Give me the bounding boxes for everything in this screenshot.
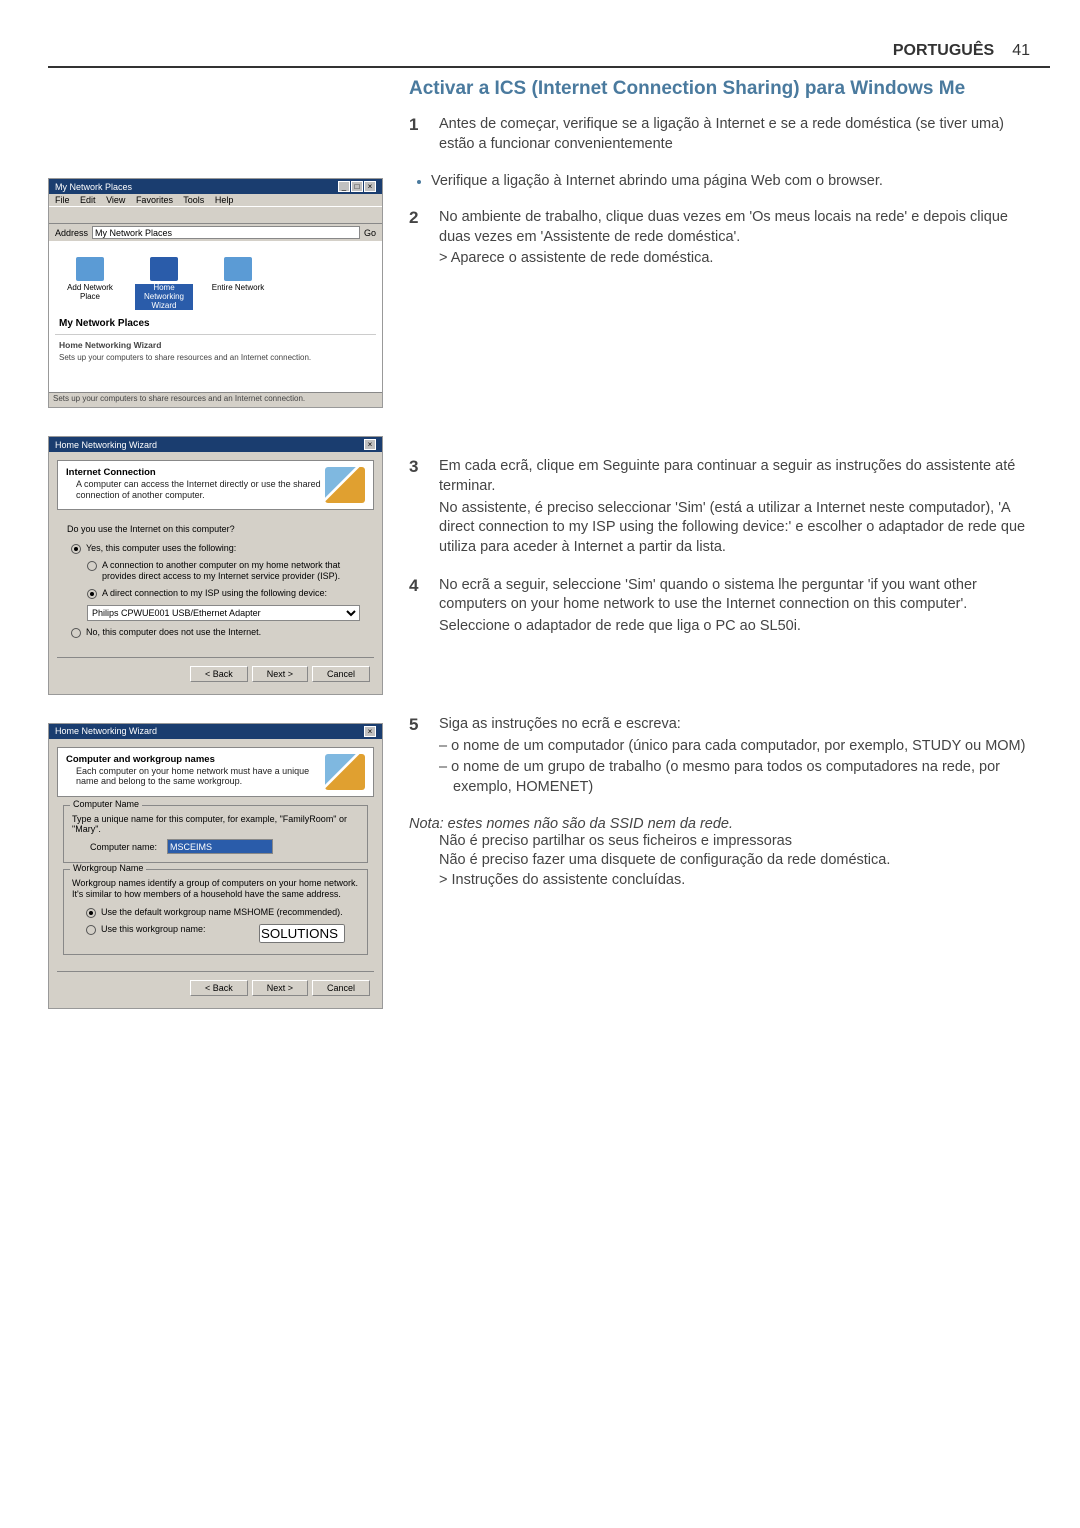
group-label: Workgroup Name	[70, 863, 146, 873]
radio-no[interactable]: No, this computer does not use the Inter…	[57, 624, 374, 641]
back-button[interactable]: < Back	[190, 980, 248, 996]
radio-icon	[71, 628, 81, 638]
close-icon[interactable]: ×	[364, 439, 376, 450]
window-titlebar: My Network Places _ □ ×	[49, 179, 382, 194]
radio-icon	[86, 908, 96, 918]
step-5: 5 Siga as instruções no ecrã e escreva: …	[409, 715, 1030, 800]
wizard-header: Computer and workgroup names Each comput…	[57, 747, 374, 797]
radio-direct-conn[interactable]: A direct connection to my ISP using the …	[57, 585, 374, 602]
menu-bar: File Edit View Favorites Tools Help	[49, 194, 382, 206]
step-1: 1 Antes de começar, verifique se a ligaç…	[409, 115, 1030, 156]
group-label: Computer Name	[70, 799, 142, 809]
section-title: Activar a ICS (Internet Connection Shari…	[409, 78, 1030, 101]
menu-help[interactable]: Help	[215, 195, 234, 205]
screenshot-wizard-internet: Home Networking Wizard × Internet Connec…	[48, 436, 383, 695]
radio-icon	[86, 925, 96, 935]
radio-shared-conn[interactable]: A connection to another computer on my h…	[57, 557, 374, 585]
back-button[interactable]: < Back	[190, 666, 248, 682]
group-desc: Type a unique name for this computer, fo…	[72, 814, 359, 836]
wizard-subheading: A computer can access the Internet direc…	[66, 479, 321, 501]
wizard-icon	[325, 467, 365, 503]
note-line: Não é preciso fazer uma disquete de conf…	[409, 851, 1030, 871]
note-line: Não é preciso partilhar os seus ficheiro…	[409, 832, 1030, 852]
menu-view[interactable]: View	[106, 195, 125, 205]
device-select[interactable]: Philips CPWUE001 USB/Ethernet Adapter	[87, 605, 360, 621]
address-input[interactable]	[92, 226, 360, 239]
menu-edit[interactable]: Edit	[80, 195, 96, 205]
address-bar: Address Go	[49, 224, 382, 241]
page-header: PORTUGUÊS 41	[48, 42, 1050, 60]
step-3: 3 Em cada ecrã, clique em Seguinte para …	[409, 457, 1030, 560]
minimize-icon[interactable]: _	[338, 181, 350, 192]
workgroup-name-input[interactable]	[259, 924, 345, 943]
close-icon[interactable]: ×	[364, 726, 376, 737]
step-number: 3	[409, 455, 425, 560]
cancel-button[interactable]: Cancel	[312, 980, 370, 996]
radio-icon	[71, 544, 81, 554]
icon-add-network-place[interactable]: Add Network Place	[61, 257, 119, 310]
status-bar: Sets up your computers to share resource…	[49, 392, 382, 407]
toolbar	[49, 206, 382, 224]
menu-favorites[interactable]: Favorites	[136, 195, 173, 205]
language-label: PORTUGUÊS	[893, 42, 994, 59]
bullet-icon	[417, 180, 421, 184]
icon-entire-network[interactable]: Entire Network	[209, 257, 267, 310]
maximize-icon[interactable]: □	[351, 181, 363, 192]
radio-yes[interactable]: Yes, this computer uses the following:	[57, 540, 374, 557]
header-rule	[48, 66, 1050, 68]
wizard-question: Do you use the Internet on this computer…	[57, 518, 374, 540]
selected-item-desc: Sets up your computers to share resource…	[55, 352, 376, 371]
page-number: 41	[1012, 42, 1030, 59]
screenshot-wizard-names: Home Networking Wizard × Computer and wo…	[48, 723, 383, 1009]
step-number: 2	[409, 206, 425, 271]
wizard-heading: Computer and workgroup names	[66, 754, 321, 765]
note: Nota: estes nomes não são da SSID nem da…	[409, 816, 1030, 832]
wizard-header: Internet Connection A computer can acces…	[57, 460, 374, 510]
icon-home-networking-wizard[interactable]: Home Networking Wizard	[135, 257, 193, 310]
radio-icon	[87, 561, 97, 571]
radio-custom-workgroup[interactable]: Use this workgroup name:	[72, 921, 359, 946]
window-title: Home Networking Wizard	[55, 726, 157, 736]
wizard-subheading: Each computer on your home network must …	[66, 766, 321, 788]
radio-default-workgroup[interactable]: Use the default workgroup name MSHOME (r…	[72, 904, 359, 921]
window-title: Home Networking Wizard	[55, 440, 157, 450]
computer-name-label: Computer name:	[90, 842, 157, 852]
note-line: > Instruções do assistente concluídas.	[409, 871, 1030, 891]
group-desc: Workgroup names identify a group of comp…	[72, 878, 359, 900]
network-icon	[224, 257, 252, 281]
group-workgroup-name: Workgroup Name Workgroup names identify …	[63, 869, 368, 955]
next-button[interactable]: Next >	[252, 666, 308, 682]
step-number: 4	[409, 574, 425, 639]
step-number: 1	[409, 113, 425, 156]
selected-item-name: Home Networking Wizard	[55, 338, 376, 352]
radio-icon	[87, 589, 97, 599]
pane-title: My Network Places	[55, 316, 376, 331]
step-4: 4 No ecrã a seguir, seleccione 'Sim' qua…	[409, 576, 1030, 639]
globe-icon	[76, 257, 104, 281]
address-label: Address	[55, 228, 88, 238]
window-title: My Network Places	[55, 182, 132, 192]
computer-name-input[interactable]	[167, 839, 273, 854]
step-2: 2 No ambiente de trabalho, clique duas v…	[409, 208, 1030, 271]
group-computer-name: Computer Name Type a unique name for thi…	[63, 805, 368, 864]
step-number: 5	[409, 713, 425, 800]
screenshot-my-network-places: My Network Places _ □ × File Edit View F…	[48, 178, 383, 408]
go-button[interactable]: Go	[364, 228, 376, 238]
window-titlebar: Home Networking Wizard ×	[49, 437, 382, 452]
bullet-item: Verifique a ligação à Internet abrindo u…	[409, 172, 1030, 192]
wizard-heading: Internet Connection	[66, 467, 321, 478]
cancel-button[interactable]: Cancel	[312, 666, 370, 682]
menu-file[interactable]: File	[55, 195, 70, 205]
menu-tools[interactable]: Tools	[183, 195, 204, 205]
wizard-icon	[325, 754, 365, 790]
next-button[interactable]: Next >	[252, 980, 308, 996]
computer-icon	[150, 257, 178, 281]
window-titlebar: Home Networking Wizard ×	[49, 724, 382, 739]
close-icon[interactable]: ×	[364, 181, 376, 192]
